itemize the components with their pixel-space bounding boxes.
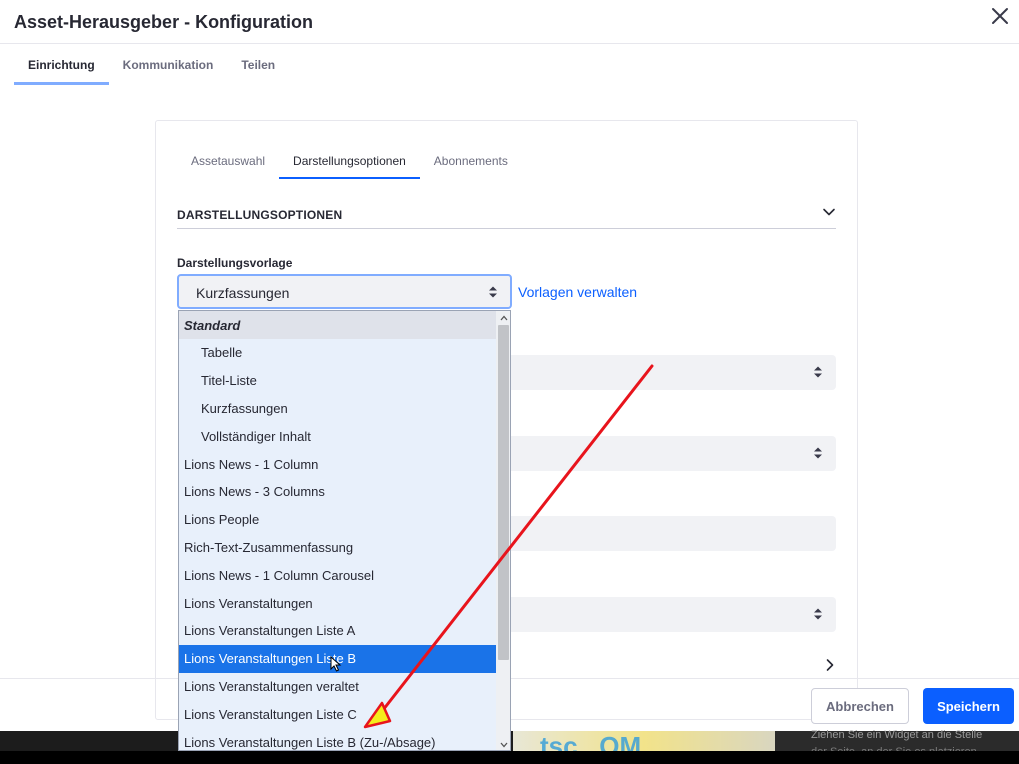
dialog-header: Asset-Herausgeber - Konfiguration <box>0 0 1019 44</box>
dropdown-option[interactable]: Lions News - 1 Column <box>179 450 496 478</box>
dropdown-option[interactable]: Lions News - 1 Column Carousel <box>179 561 496 589</box>
select-field-1[interactable] <box>505 355 836 390</box>
dropdown-option[interactable]: Lions Veranstaltungen <box>179 589 496 617</box>
cancel-button[interactable]: Abbrechen <box>811 688 909 724</box>
scrollbar-thumb[interactable] <box>498 325 509 660</box>
top-tabs: Einrichtung Kommunikation Teilen <box>14 44 289 86</box>
tab-kommunikation[interactable]: Kommunikation <box>109 44 228 85</box>
tab-assetauswahl[interactable]: Assetauswahl <box>177 146 279 179</box>
tab-abonnements[interactable]: Abonnements <box>420 146 522 179</box>
section-header[interactable]: DARSTELLUNGSOPTIONEN <box>177 200 836 229</box>
chevron-down-icon[interactable] <box>822 205 836 219</box>
dropdown-option[interactable]: Tabelle <box>179 339 496 367</box>
tab-teilen[interactable]: Teilen <box>227 44 289 85</box>
close-icon[interactable] <box>987 3 1013 29</box>
caret-double-icon <box>814 608 822 620</box>
template-select[interactable]: Kurzfassungen <box>177 274 512 309</box>
sub-tabs: Assetauswahl Darstellungsoptionen Abonne… <box>177 146 522 179</box>
input-field-3[interactable] <box>505 516 836 551</box>
chevron-right-icon[interactable] <box>823 658 837 672</box>
footer-divider <box>0 678 178 679</box>
dialog-title: Asset-Herausgeber - Konfiguration <box>14 12 314 32</box>
dropdown-option[interactable]: Titel-Liste <box>179 367 496 395</box>
template-dropdown-list[interactable]: Lions Veranstaltungen Liste B (Zu-/Absag… <box>178 310 511 751</box>
background-hint-text: Ziehen Sie ein Widget an die Stelle <box>811 729 983 741</box>
manage-templates-link[interactable]: Vorlagen verwalten <box>518 284 637 300</box>
dropdown-option[interactable]: Kurzfassungen <box>179 394 496 422</box>
scroll-up-icon[interactable] <box>496 311 510 325</box>
dropdown-option[interactable]: Lions News - 3 Columns <box>179 478 496 506</box>
dropdown-group-header: Standard <box>179 311 496 339</box>
dropdown-option[interactable]: Lions Veranstaltungen Liste C <box>179 700 496 728</box>
background-bottom-bar <box>0 751 1019 764</box>
template-select-value: Kurzfassungen <box>196 285 290 301</box>
dropdown-option[interactable]: Lions People <box>179 506 496 534</box>
caret-double-icon <box>814 447 822 459</box>
select-field-4[interactable] <box>505 597 836 632</box>
section-title: DARSTELLUNGSOPTIONEN <box>177 208 343 222</box>
footer-divider <box>511 678 1019 679</box>
template-label: Darstellungsvorlage <box>177 256 293 270</box>
dropdown-scrollbar[interactable] <box>496 311 510 750</box>
tab-einrichtung[interactable]: Einrichtung <box>14 44 109 85</box>
caret-double-icon <box>814 366 822 378</box>
tab-darstellungsoptionen[interactable]: Darstellungsoptionen <box>279 146 420 179</box>
scroll-down-icon[interactable] <box>496 738 510 750</box>
dropdown-option[interactable]: Lions Veranstaltungen Liste A <box>179 617 496 645</box>
dropdown-option[interactable]: Lions Veranstaltungen Liste B (Zu-/Absag… <box>179 728 496 750</box>
save-button[interactable]: Speichern <box>923 688 1014 724</box>
dropdown-option[interactable]: Vollständiger Inhalt <box>179 422 496 450</box>
mouse-cursor-icon <box>330 656 342 672</box>
dropdown-option[interactable]: Rich-Text-Zusammenfassung <box>179 533 496 561</box>
select-field-2[interactable] <box>505 436 836 471</box>
dropdown-option[interactable]: Lions Veranstaltungen veraltet <box>179 672 496 700</box>
caret-double-icon <box>489 286 497 298</box>
